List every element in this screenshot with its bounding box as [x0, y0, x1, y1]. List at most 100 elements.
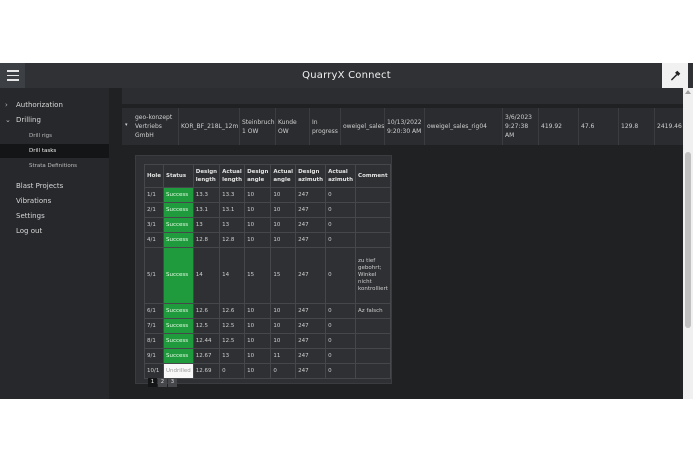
table-cell: 15 [270, 247, 297, 304]
table-row[interactable]: 4/1 Success 12.8 12.8 10 10 247 0 [144, 232, 391, 248]
table-cell: 10 [270, 232, 297, 248]
table-cell: 3/1 [144, 217, 164, 233]
sidebar-item-blast-projects[interactable]: Blast Projects [0, 179, 109, 194]
comment-cell [355, 232, 391, 248]
chevron-down-icon: ⌄ [5, 116, 11, 124]
status-badge: Success [163, 187, 194, 203]
table-cell: 8/1 [144, 333, 164, 349]
table-cell: 247 [295, 348, 327, 364]
sidebar-item-log-out[interactable]: Log out [0, 224, 109, 239]
comment-cell [355, 217, 391, 233]
table-cell: 247 [295, 217, 327, 233]
table-cell: 10 [244, 303, 272, 319]
table-cell: 12.6 [192, 303, 221, 319]
table-cell: 247 [295, 202, 327, 218]
table-row[interactable]: 10/1 Undrilled 12.69 0 10 0 247 0 [144, 363, 391, 379]
status-badge: Success [163, 348, 194, 364]
scroll-up-icon[interactable] [685, 90, 691, 94]
task-status: In progress [310, 108, 341, 145]
table-cell: 0 [325, 303, 357, 319]
comment-cell [355, 348, 391, 364]
task-customer: Kunde OW [276, 108, 310, 145]
table-row[interactable]: 6/1 Success 12.6 12.6 10 10 247 0 Az falsch [144, 303, 391, 319]
scroll-thumb[interactable] [685, 152, 691, 328]
table-row[interactable]: 2/1 Success 13.1 13.1 10 10 247 0 [144, 202, 391, 218]
task-user: oweigel_sales [341, 108, 385, 145]
table-row[interactable]: 8/1 Success 12.44 12.5 10 10 247 0 [144, 333, 391, 349]
task-updated: 3/6/2023 9:27:38 AM [503, 108, 539, 145]
menu-button[interactable] [0, 63, 25, 88]
table-cell: 12.8 [192, 232, 221, 248]
table-cell: 10 [244, 318, 272, 334]
page-1-button[interactable]: 1 [148, 378, 157, 387]
page-2-button[interactable]: 2 [158, 378, 167, 387]
table-cell: 10 [270, 217, 297, 233]
table-cell: 247 [295, 318, 327, 334]
comment-cell [355, 202, 391, 218]
table-row[interactable]: 3/1 Success 13 13 10 10 247 0 [144, 217, 391, 233]
table-cell: 0 [325, 348, 357, 364]
col-comment[interactable]: Comment [355, 164, 391, 188]
table-cell: 0 [325, 217, 357, 233]
hole-detail-panel: Hole Status Design length Actual length … [135, 155, 392, 387]
table-cell: 12.5 [192, 318, 221, 334]
table-cell: 13.3 [219, 187, 246, 203]
col-actual-angle[interactable]: Actual angle [270, 164, 297, 188]
task-value-2: 47.6 [579, 108, 619, 145]
comment-cell [355, 187, 391, 203]
task-value-1: 419.92 [539, 108, 579, 145]
expand-caret-icon[interactable]: ▾ [125, 122, 128, 128]
status-badge: Success [163, 333, 194, 349]
table-cell: 7/1 [144, 318, 164, 334]
sidebar-item-settings[interactable]: Settings [0, 209, 109, 224]
col-design-length[interactable]: Design length [192, 164, 221, 188]
sidebar-item-vibrations[interactable]: Vibrations [0, 194, 109, 209]
col-status[interactable]: Status [163, 164, 194, 188]
table-cell: 12.67 [192, 348, 221, 364]
table-cell: 12.5 [219, 333, 246, 349]
sidebar-item-strata-definitions[interactable]: Strata Definitions [0, 159, 109, 173]
table-cell: 15 [244, 247, 272, 304]
table-cell: 2/1 [144, 202, 164, 218]
table-cell: 10 [244, 217, 272, 233]
vertical-scrollbar[interactable] [683, 88, 693, 399]
table-cell: 247 [295, 247, 327, 304]
table-row[interactable]: 5/1 Success 14 14 15 15 247 0 zu tief gebohrt; W… [144, 247, 391, 304]
sidebar-item-drill-tasks[interactable]: Drill tasks [0, 144, 109, 158]
table-row[interactable]: 9/1 Success 12.67 13 10 11 247 0 [144, 348, 391, 364]
table-cell: 10 [270, 202, 297, 218]
table-cell: 1/1 [144, 187, 164, 203]
col-design-angle[interactable]: Design angle [244, 164, 272, 188]
col-hole[interactable]: Hole [144, 164, 164, 188]
sidebar-item-drilling[interactable]: ⌄ Drilling [0, 113, 109, 128]
table-cell: 13.3 [192, 187, 221, 203]
holes-table-body: 1/1 Success 13.3 13.3 10 10 247 0 2/1 Success 13.1… [144, 187, 391, 379]
table-cell: 12.69 [192, 363, 221, 379]
col-design-azimuth[interactable]: Design azimuth [295, 164, 327, 188]
table-cell: 0 [325, 363, 357, 379]
chevron-right-icon: › [5, 101, 8, 109]
col-actual-length[interactable]: Actual length [219, 164, 246, 188]
task-row[interactable]: ▾ geo-konzept Vertriebs GmbH KOR_BF_218L… [122, 108, 693, 145]
table-cell: 10 [244, 363, 272, 379]
page-3-button[interactable]: 3 [168, 378, 177, 387]
sidebar-item-label: Authorization [16, 101, 63, 109]
table-cell: 12.5 [219, 318, 246, 334]
sidebar-item-drill-rigs[interactable]: Drill rigs [0, 129, 109, 143]
table-cell: 10 [270, 303, 297, 319]
sidebar: › Authorization ⌄ Drilling Drill rigs Dr… [0, 88, 109, 399]
table-row[interactable]: 7/1 Success 12.5 12.5 10 10 247 0 [144, 318, 391, 334]
col-actual-azimuth[interactable]: Actual azimuth [325, 164, 357, 188]
task-site: Steinbruch 1 OW [240, 108, 276, 145]
table-cell: 247 [295, 363, 327, 379]
table-cell: 13 [192, 217, 221, 233]
task-value-3: 129.8 [619, 108, 655, 145]
table-cell: 14 [192, 247, 221, 304]
table-cell: 11 [270, 348, 297, 364]
sidebar-item-authorization[interactable]: › Authorization [0, 98, 109, 113]
tool-button[interactable] [662, 63, 688, 88]
status-badge: Success [163, 303, 194, 319]
comment-cell [355, 318, 391, 334]
comment-cell [355, 333, 391, 349]
table-row[interactable]: 1/1 Success 13.3 13.3 10 10 247 0 [144, 187, 391, 203]
